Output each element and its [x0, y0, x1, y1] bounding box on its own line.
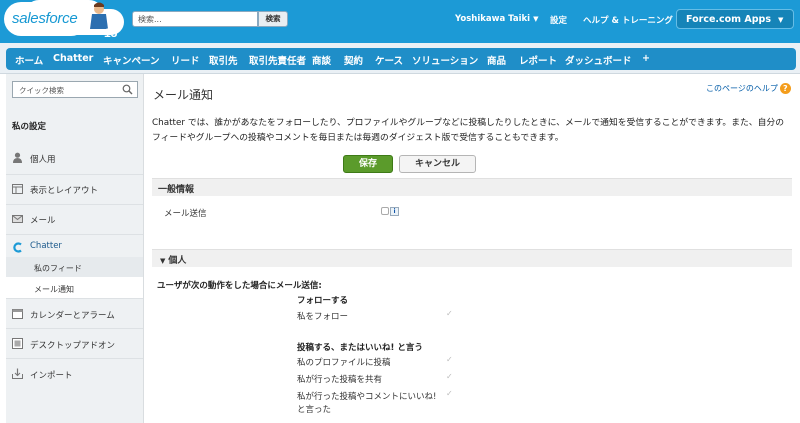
search-icon	[122, 84, 133, 95]
tab-home[interactable]: ホーム	[15, 53, 43, 67]
chevron-down-icon: ▼	[777, 16, 784, 24]
global-header: salesforce 15 検索... 検索 Yoshikawa Taiki ▼ …	[0, 0, 800, 43]
sidebar-item-display-layout[interactable]: 表示とレイアウト	[6, 175, 143, 205]
help-training-label: ヘルプ & トレーニング	[583, 16, 673, 26]
sidebar-subitem-label: メール通知	[34, 285, 74, 294]
tab-solutions[interactable]: ソリューション	[412, 53, 478, 67]
sidebar-item-label: Chatter	[30, 241, 62, 251]
sidebar-item-label: デスクトップアドオン	[30, 341, 116, 351]
page-help-link[interactable]: このページのヘルプ?	[706, 83, 791, 94]
sidebar-item-label: メール	[30, 216, 56, 226]
logo-text: salesforce	[12, 10, 78, 27]
send-email-label: メール送信	[164, 209, 207, 219]
chatter-icon	[13, 242, 22, 253]
sidebar-subitem-label: 私のフィード	[34, 264, 82, 273]
follow-me-checkbox[interactable]: ✓	[446, 309, 453, 318]
save-button[interactable]: 保存	[343, 155, 393, 173]
section-title: 一般情報	[158, 185, 195, 195]
sidebar-item-label: 個人用	[30, 155, 56, 165]
user-name: Yoshikawa Taiki	[455, 14, 531, 24]
cancel-button[interactable]: キャンセル	[399, 155, 476, 173]
tab-add[interactable]: +	[642, 53, 650, 64]
page-description: Chatter では、誰かがあなたをフォローしたり、プロファイルやグループなどに…	[152, 118, 784, 143]
sidebar-subitem-email-notifications[interactable]: メール通知	[6, 277, 143, 299]
page-help-label: このページのヘルプ	[706, 84, 778, 93]
tab-contracts[interactable]: 契約	[344, 53, 363, 67]
post-heading: 投稿する、またはいいね! と言う	[297, 343, 423, 353]
follow-me-label: 私をフォロー	[297, 312, 349, 322]
sidebar-item-desktop-addons[interactable]: デスクトップアドオン	[6, 329, 143, 359]
post-profile-checkbox[interactable]: ✓	[446, 355, 453, 364]
like-post-label: 私が行った投稿やコメントにいいね!	[297, 392, 437, 402]
search-button[interactable]: 検索	[258, 11, 288, 27]
sidebar-item-email[interactable]: メール	[6, 205, 143, 235]
like-post-label-line2: と言った	[297, 405, 332, 415]
section-personal[interactable]: ▼ 個人	[152, 249, 792, 267]
search-input[interactable]: 検索...	[132, 11, 258, 27]
tab-opportunities[interactable]: 商談	[312, 53, 331, 67]
layout-icon	[12, 184, 23, 194]
calendar-icon	[12, 309, 23, 319]
person-icon	[13, 152, 22, 163]
help-training-menu[interactable]: ヘルプ & トレーニング	[583, 14, 673, 26]
post-profile-label: 私のプロファイルに投稿	[297, 358, 391, 368]
user-menu[interactable]: Yoshikawa Taiki ▼	[455, 14, 538, 24]
send-email-checkbox[interactable]	[381, 207, 389, 215]
section-title: 個人	[168, 256, 187, 266]
setup-sidebar: クイック検索 私の設定 個人用 表示とレイアウト メール Chatter 私のフ…	[6, 74, 144, 423]
tab-contacts[interactable]: 取引先責任者	[249, 53, 306, 67]
sidebar-item-import[interactable]: インポート	[6, 359, 143, 387]
app-switcher-label: Force.com Apps	[686, 14, 771, 25]
notify-heading: ユーザが次の動作をした場合にメール送信:	[157, 281, 322, 291]
import-icon	[12, 368, 23, 379]
tab-bar-inner: ホーム Chatter キャンペーン リード 取引先 取引先責任者 商談 契約 …	[6, 48, 796, 70]
chevron-down-icon: ▼	[533, 15, 539, 23]
follow-heading: フォローする	[297, 296, 349, 306]
sidebar-section-title: 私の設定	[12, 122, 47, 132]
sidebar-item-label: インポート	[30, 371, 73, 381]
page-title: メール通知	[153, 88, 214, 102]
tab-cases[interactable]: ケース	[375, 53, 403, 67]
section-general-info: 一般情報	[152, 178, 792, 196]
like-post-checkbox[interactable]: ✓	[446, 389, 453, 398]
tab-products[interactable]: 商品	[487, 53, 506, 67]
share-post-label: 私が行った投稿を共有	[297, 375, 383, 385]
tab-chatter[interactable]: Chatter	[53, 53, 93, 64]
mail-icon	[12, 215, 23, 223]
sidebar-subitem-my-feed[interactable]: 私のフィード	[6, 257, 143, 277]
tab-accounts[interactable]: 取引先	[209, 53, 238, 67]
tab-leads[interactable]: リード	[171, 53, 200, 67]
tab-dashboards[interactable]: ダッシュボード	[565, 53, 632, 67]
settings-link[interactable]: 設定	[550, 14, 567, 26]
sidebar-item-personal[interactable]: 個人用	[6, 144, 143, 175]
sidebar-item-label: カレンダーとアラーム	[30, 311, 115, 321]
salesforce-logo[interactable]: salesforce 15	[4, 2, 122, 42]
share-post-checkbox[interactable]: ✓	[446, 372, 453, 381]
logo-badge: 15	[104, 26, 118, 40]
sidebar-item-label: 表示とレイアウト	[30, 186, 99, 196]
help-icon: ?	[779, 83, 791, 94]
info-icon[interactable]: i	[390, 207, 399, 216]
quick-find-input[interactable]: クイック検索	[12, 81, 138, 98]
sidebar-item-chatter[interactable]: Chatter	[6, 235, 143, 257]
app-switcher[interactable]: Force.com Apps ▼	[676, 9, 794, 29]
quick-find-placeholder: クイック検索	[19, 86, 64, 95]
tab-campaigns[interactable]: キャンペーン	[103, 53, 160, 67]
desktop-icon	[12, 338, 23, 349]
tab-bar: ホーム Chatter キャンペーン リード 取引先 取引先責任者 商談 契約 …	[0, 43, 800, 74]
collapse-triangle-icon: ▼	[160, 257, 166, 265]
tab-reports[interactable]: レポート	[519, 53, 557, 67]
sidebar-item-calendar[interactable]: カレンダーとアラーム	[6, 299, 143, 329]
